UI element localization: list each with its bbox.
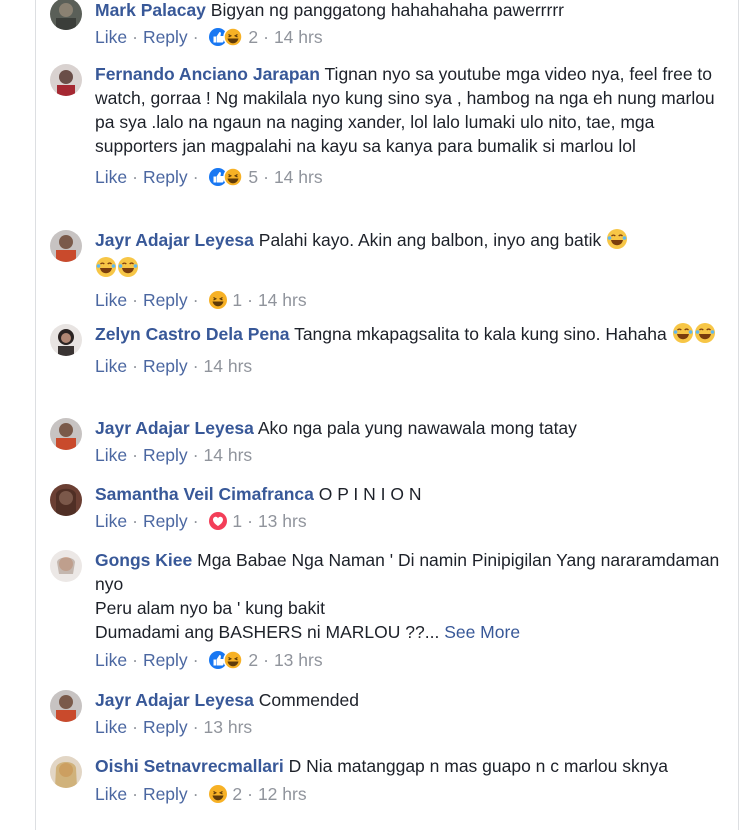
like-button[interactable]: Like	[95, 511, 127, 531]
commenter-name[interactable]: Samantha Veil Cimafranca	[95, 484, 314, 504]
commenter-name[interactable]: Zelyn Castro Dela Pena	[95, 324, 290, 344]
comment-actions: Like · Reply · 14 hrs	[95, 445, 253, 465]
avatar[interactable]	[50, 418, 82, 450]
haha-reaction-icon	[209, 291, 228, 309]
haha-reaction-icon	[209, 785, 228, 803]
reply-button[interactable]: Reply	[143, 717, 188, 737]
like-button[interactable]: Like	[95, 784, 127, 804]
comment-body: D Nia matanggap n mas guapo n c marlou s…	[288, 756, 668, 776]
left-divider	[35, 0, 36, 830]
comment-body: O P I N I O N	[318, 484, 422, 504]
like-button[interactable]: Like	[95, 445, 127, 465]
commenter-name[interactable]: Fernando Anciano Jarapan	[95, 64, 320, 84]
reply-button[interactable]: Reply	[143, 356, 188, 376]
reaction-count: 1	[232, 290, 243, 310]
reaction-count: 5	[248, 167, 259, 187]
avatar[interactable]	[50, 690, 82, 722]
avatar[interactable]	[50, 550, 82, 582]
reactions[interactable]	[208, 511, 228, 531]
laughing-emoji-icon	[606, 228, 628, 256]
commenter-name[interactable]: Jayr Adajar Leyesa	[95, 690, 254, 710]
avatar[interactable]	[50, 756, 82, 788]
reply-button[interactable]: Reply	[143, 650, 188, 670]
timestamp[interactable]: 14 hrs	[274, 27, 323, 47]
comment-body-line: Peru alam nyo ba ' kung bakit	[95, 598, 326, 618]
timestamp[interactable]: 14 hrs	[204, 445, 253, 465]
comment-actions: Like · Reply · 2 · 14 hrs	[95, 27, 323, 47]
comment-text: Zelyn Castro Dela Pena Tangna mkapagsali…	[95, 322, 720, 350]
comment-body: Bigyan ng panggatong hahahahaha pawerrrr…	[210, 0, 564, 20]
timestamp[interactable]: 14 hrs	[258, 290, 307, 310]
avatar[interactable]	[50, 484, 82, 516]
timestamp[interactable]: 14 hrs	[274, 167, 323, 187]
haha-reaction-icon	[223, 167, 244, 187]
reaction-count: 2	[232, 784, 243, 804]
timestamp[interactable]: 13 hrs	[274, 650, 323, 670]
comment-actions: Like · Reply · 1 · 13 hrs	[95, 511, 307, 531]
commenter-name[interactable]: Oishi Setnavrecmallari	[95, 756, 284, 776]
comment-text: Jayr Adajar Leyesa Ako nga pala yung naw…	[95, 416, 720, 440]
comment-body: Ako nga pala yung nawawala mong tatay	[257, 418, 577, 438]
comment-text: Samantha Veil Cimafranca O P I N I O N	[95, 482, 720, 506]
commenter-name[interactable]: Gongs Kiee	[95, 550, 192, 570]
see-more-link[interactable]: See More	[444, 622, 520, 642]
commenter-name[interactable]: Jayr Adajar Leyesa	[95, 230, 254, 250]
reaction-count: 2	[248, 27, 259, 47]
like-button[interactable]: Like	[95, 356, 127, 376]
laughing-emoji-icon	[672, 322, 694, 350]
comment-body: Palahi kayo. Akin ang balbon, inyo ang b…	[258, 230, 602, 250]
like-button[interactable]: Like	[95, 650, 127, 670]
reactions[interactable]	[208, 784, 228, 804]
reply-button[interactable]: Reply	[143, 784, 188, 804]
timestamp[interactable]: 13 hrs	[258, 511, 307, 531]
comment-actions: Like · Reply · 5 · 14 hrs	[95, 167, 323, 187]
avatar[interactable]	[50, 64, 82, 96]
avatar[interactable]	[50, 230, 82, 262]
laughing-emoji-icon	[117, 256, 139, 284]
right-divider	[738, 0, 739, 830]
reactions[interactable]	[208, 290, 228, 310]
comment-body-line: Dumadami ang BASHERS ni MARLOU ??...	[95, 622, 440, 642]
comment-text: Mark Palacay Bigyan ng panggatong hahaha…	[95, 0, 720, 22]
comment-body: Commended	[258, 690, 359, 710]
reply-button[interactable]: Reply	[143, 167, 188, 187]
comment-actions: Like · Reply · 1 · 14 hrs	[95, 290, 307, 310]
haha-reaction-icon	[223, 650, 244, 670]
reaction-count: 2	[248, 650, 259, 670]
love-reaction-icon	[209, 512, 228, 530]
reply-button[interactable]: Reply	[143, 445, 188, 465]
laughing-emoji-icon	[95, 256, 117, 284]
comment-body: Tangna mkapagsalita to kala kung sino. H…	[294, 324, 667, 344]
like-button[interactable]: Like	[95, 290, 127, 310]
reply-button[interactable]: Reply	[143, 290, 188, 310]
comment-text: Gongs Kiee Mga Babae Nga Naman ' Di nami…	[95, 548, 720, 644]
avatar[interactable]	[50, 324, 82, 356]
timestamp[interactable]: 14 hrs	[204, 356, 253, 376]
commenter-name[interactable]: Mark Palacay	[95, 0, 206, 20]
like-button[interactable]: Like	[95, 27, 127, 47]
comment-text: Jayr Adajar Leyesa Commended	[95, 688, 720, 712]
like-button[interactable]: Like	[95, 717, 127, 737]
reactions[interactable]	[208, 27, 244, 47]
timestamp[interactable]: 13 hrs	[204, 717, 253, 737]
comment-actions: Like · Reply · 14 hrs	[95, 356, 253, 376]
reply-button[interactable]: Reply	[143, 27, 188, 47]
reactions[interactable]	[208, 650, 244, 670]
reply-button[interactable]: Reply	[143, 511, 188, 531]
like-button[interactable]: Like	[95, 167, 127, 187]
comment-text: Oishi Setnavrecmallari D Nia matanggap n…	[95, 754, 720, 778]
avatar[interactable]	[50, 0, 82, 30]
reactions[interactable]	[208, 167, 244, 187]
haha-reaction-icon	[223, 27, 244, 47]
comment-actions: Like · Reply · 13 hrs	[95, 717, 253, 737]
comment-text: Fernando Anciano Jarapan Tignan nyo sa y…	[95, 62, 720, 158]
reaction-count: 1	[232, 511, 243, 531]
comment-actions: Like · Reply · 2 · 13 hrs	[95, 650, 323, 670]
comment-text: Jayr Adajar Leyesa Palahi kayo. Akin ang…	[95, 228, 720, 284]
laughing-emoji-icon	[694, 322, 716, 350]
comment-actions: Like · Reply · 2 · 12 hrs	[95, 784, 307, 804]
commenter-name[interactable]: Jayr Adajar Leyesa	[95, 418, 254, 438]
timestamp[interactable]: 12 hrs	[258, 784, 307, 804]
